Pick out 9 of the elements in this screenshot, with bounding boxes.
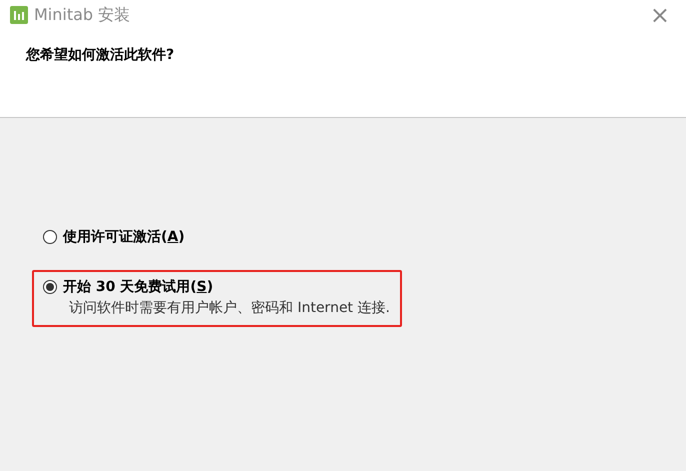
close-button[interactable]: ×	[646, 3, 674, 27]
option-label[interactable]: 开始 30 天免费试用(S)	[63, 278, 214, 296]
option-label[interactable]: 使用许可证激活(A)	[63, 228, 185, 246]
window-title: Minitab 安装	[34, 4, 132, 26]
bar-chart-icon	[10, 6, 28, 24]
option-description: 访问软件时需要有用户帐户、密码和 Internet 连接.	[69, 299, 390, 317]
radio-button[interactable]	[43, 280, 57, 294]
radio-button[interactable]	[43, 230, 57, 244]
heading: 您希望如何激活此软件?	[26, 46, 176, 64]
